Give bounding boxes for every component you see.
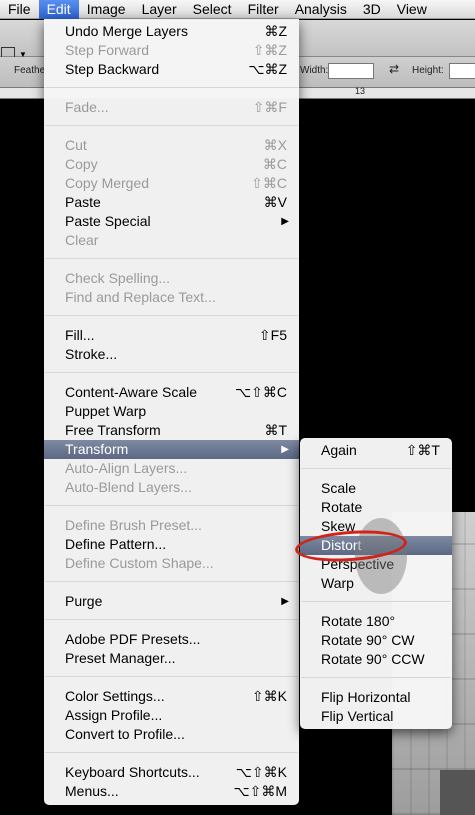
menu-analysis[interactable]: Analysis (287, 0, 355, 19)
submenu-item-again[interactable]: Again ⇧⌘T (300, 441, 452, 460)
menu-item-assign-profile[interactable]: Assign Profile... (44, 706, 299, 725)
menu-item-free-transform[interactable]: Free Transform ⌘T (44, 421, 299, 440)
menu-layer[interactable]: Layer (134, 0, 185, 19)
menu-view[interactable]: View (389, 0, 435, 19)
menu-separator (301, 468, 451, 469)
width-field[interactable] (328, 63, 374, 79)
menu-item-undo[interactable]: Undo Merge Layers ⌘Z (44, 22, 299, 41)
submenu-item-flip-vertical[interactable]: Flip Vertical (300, 707, 452, 726)
menu-item-step-forward[interactable]: Step Forward ⇧⌘Z (44, 41, 299, 60)
menu-item-auto-blend[interactable]: Auto-Blend Layers... (44, 478, 299, 497)
menu-item-transform[interactable]: Transform ▶ (44, 440, 299, 459)
menu-item-keyboard-shortcuts[interactable]: Keyboard Shortcuts... ⌥⇧⌘K (44, 763, 299, 782)
menu-separator (45, 752, 298, 753)
menu-item-auto-align[interactable]: Auto-Align Layers... (44, 459, 299, 478)
menu-item-menus[interactable]: Menus... ⌥⇧⌘M (44, 782, 299, 801)
menu-item-preset-manager[interactable]: Preset Manager... (44, 649, 299, 668)
menu-item-define-custom-shape[interactable]: Define Custom Shape... (44, 554, 299, 573)
submenu-item-rotate-90-ccw[interactable]: Rotate 90° CCW (300, 650, 452, 669)
submenu-arrow-icon: ▶ (281, 216, 289, 227)
submenu-item-rotate[interactable]: Rotate (300, 498, 452, 517)
menu-item-step-backward[interactable]: Step Backward ⌥⌘Z (44, 60, 299, 79)
menu-item-copy[interactable]: Copy ⌘C (44, 155, 299, 174)
submenu-item-flip-horizontal[interactable]: Flip Horizontal (300, 688, 452, 707)
menu-item-find-replace[interactable]: Find and Replace Text... (44, 288, 299, 307)
submenu-item-rotate-180[interactable]: Rotate 180° (300, 612, 452, 631)
menu-separator (45, 315, 298, 316)
width-label: Width: (300, 65, 329, 76)
menu-separator (45, 581, 298, 582)
swap-icon[interactable]: ⇄ (389, 62, 399, 76)
menu-item-convert-profile[interactable]: Convert to Profile... (44, 725, 299, 744)
menu-item-fade[interactable]: Fade... ⇧⌘F (44, 98, 299, 117)
menu-separator (45, 619, 298, 620)
feather-label: Feathe (14, 65, 46, 76)
menu-item-stroke[interactable]: Stroke... (44, 345, 299, 364)
menu-item-color-settings[interactable]: Color Settings... ⇧⌘K (44, 687, 299, 706)
menu-item-purge[interactable]: Purge ▶ (44, 592, 299, 611)
menu-separator (45, 125, 298, 126)
menu-item-paste[interactable]: Paste ⌘V (44, 193, 299, 212)
menu-item-paste-special[interactable]: Paste Special ▶ (44, 212, 299, 231)
menu-bar: File Edit Image Layer Select Filter Anal… (0, 0, 475, 19)
menu-separator (45, 676, 298, 677)
height-field[interactable] (449, 63, 475, 79)
submenu-item-rotate-90-cw[interactable]: Rotate 90° CW (300, 631, 452, 650)
menu-separator (45, 258, 298, 259)
menu-edit[interactable]: Edit (38, 0, 79, 19)
menu-separator (45, 87, 298, 88)
menu-item-define-brush[interactable]: Define Brush Preset... (44, 516, 299, 535)
menu-item-clear[interactable]: Clear (44, 231, 299, 250)
menu-3d[interactable]: 3D (355, 0, 389, 19)
menu-separator (301, 677, 451, 678)
menu-item-check-spelling[interactable]: Check Spelling... (44, 269, 299, 288)
menu-separator (45, 505, 298, 506)
menu-item-puppet-warp[interactable]: Puppet Warp (44, 402, 299, 421)
submenu-arrow-icon: ▶ (281, 444, 289, 455)
ruler-number: 13 (355, 86, 366, 96)
submenu-arrow-icon: ▶ (281, 596, 289, 607)
menu-item-cut[interactable]: Cut ⌘X (44, 136, 299, 155)
menu-select[interactable]: Select (185, 0, 240, 19)
menu-separator (301, 601, 451, 602)
menu-item-copy-merged[interactable]: Copy Merged ⇧⌘C (44, 174, 299, 193)
menu-item-content-aware-scale[interactable]: Content-Aware Scale ⌥⇧⌘C (44, 383, 299, 402)
edit-menu: Undo Merge Layers ⌘Z Step Forward ⇧⌘Z Step… (44, 19, 299, 805)
menu-image[interactable]: Image (79, 0, 134, 19)
menu-filter[interactable]: Filter (240, 0, 287, 19)
menu-file[interactable]: File (0, 0, 39, 19)
menu-item-define-pattern[interactable]: Define Pattern... (44, 535, 299, 554)
menu-separator (45, 372, 298, 373)
submenu-item-scale[interactable]: Scale (300, 479, 452, 498)
menu-item-fill[interactable]: Fill... ⇧F5 (44, 326, 299, 345)
height-label: Height: (412, 65, 444, 76)
menu-item-pdf-presets[interactable]: Adobe PDF Presets... (44, 630, 299, 649)
canvas-image-shadow (440, 770, 475, 815)
